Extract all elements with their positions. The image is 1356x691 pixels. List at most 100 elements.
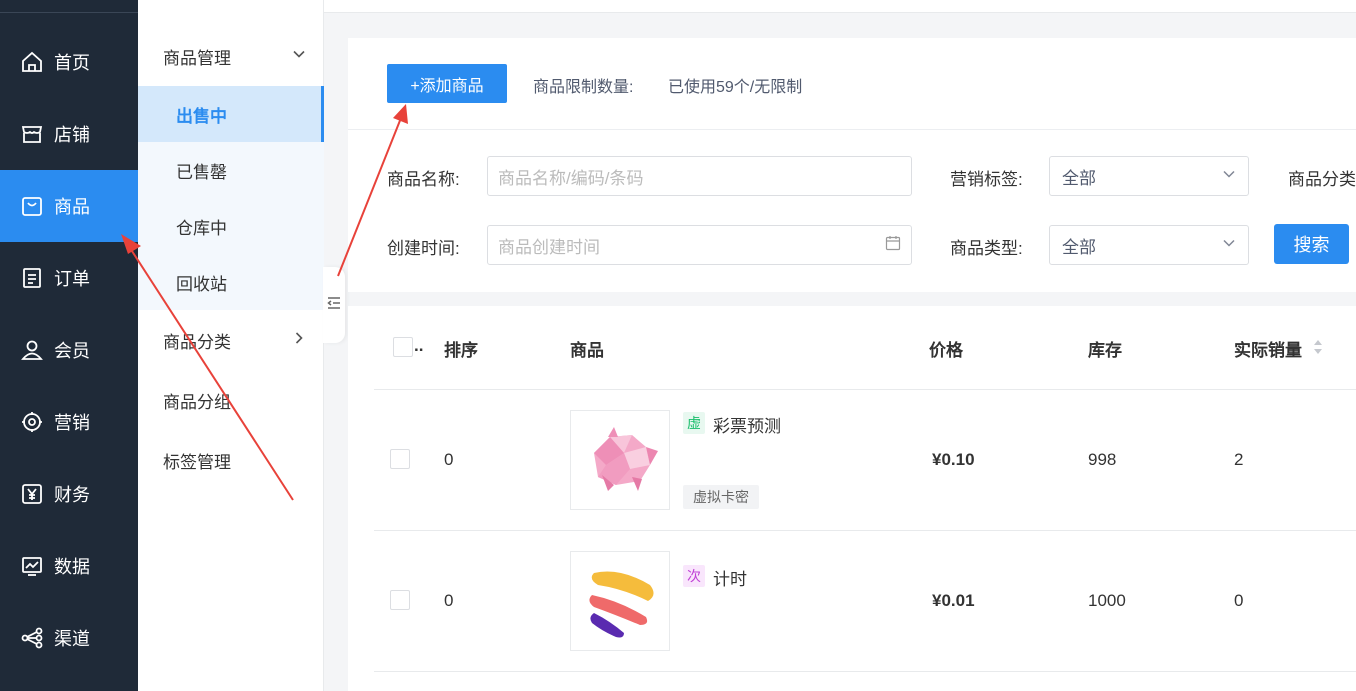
type-filter-select[interactable]: 全部 xyxy=(1049,225,1249,265)
header-select: .. xyxy=(414,336,424,355)
tag-filter-select[interactable]: 全部 xyxy=(1049,156,1249,196)
tag-filter-label: 营销标签: xyxy=(950,170,1023,189)
nav-item-finance[interactable]: 财务 xyxy=(0,458,138,530)
row-stock: 1000 xyxy=(1088,591,1126,610)
header-price: 价格 xyxy=(929,341,963,360)
product-image-timer[interactable] xyxy=(570,551,670,651)
nav-label: 店铺 xyxy=(54,125,90,145)
tag-text: 次 xyxy=(687,568,701,584)
calendar-icon xyxy=(885,235,901,256)
chevron-down-icon xyxy=(1222,235,1236,255)
type-filter-value: 全部 xyxy=(1062,237,1096,257)
subnav-item-sold-out[interactable]: 已售罄 xyxy=(138,142,324,198)
user-icon xyxy=(20,338,44,362)
subnav-item-on-sale[interactable]: 出售中 xyxy=(138,86,324,142)
gear-icon xyxy=(20,410,44,434)
chart-icon xyxy=(20,554,44,578)
header-sales[interactable]: 实际销量 xyxy=(1234,336,1302,361)
name-filter-placeholder: 商品名称/编码/条码 xyxy=(498,168,644,188)
add-goods-button[interactable]: +添加商品 xyxy=(387,64,507,103)
store-icon xyxy=(20,122,44,146)
tag-text: 虚 xyxy=(687,415,701,431)
yen-icon xyxy=(20,482,44,506)
nav-label: 财务 xyxy=(54,485,90,505)
nav-label: 商品 xyxy=(54,197,90,217)
nav-item-home[interactable]: 首页 xyxy=(0,26,138,98)
row-checkbox[interactable] xyxy=(390,449,410,469)
subnav-item-label: 回收站 xyxy=(176,274,227,294)
row-divider xyxy=(374,389,1356,390)
collapse-sidebar-button[interactable] xyxy=(323,267,345,343)
row-stock: 998 xyxy=(1088,450,1117,469)
main-sidebar: 首页 店铺 商品 订单 会员 营销 财务 数据 渠道 xyxy=(0,0,138,691)
product-image-piggy[interactable] xyxy=(570,410,670,510)
subnav-item-warehouse[interactable]: 仓库中 xyxy=(138,198,324,254)
subnav-group-label: 商品管理 xyxy=(163,48,231,68)
home-icon xyxy=(20,50,44,74)
bag-icon xyxy=(20,194,44,218)
top-header xyxy=(324,0,1356,13)
nav-item-goods[interactable]: 商品 xyxy=(0,170,138,242)
time-filter-input[interactable]: 商品创建时间 xyxy=(487,225,912,265)
name-filter-label: 商品名称: xyxy=(387,170,460,189)
nav-item-store[interactable]: 店铺 xyxy=(0,98,138,170)
virtual-tag: 虚 xyxy=(683,412,705,434)
sub-sidebar: 商品管理 出售中 已售罄 仓库中 回收站 商品分类 商品分组 标签管理 xyxy=(138,0,324,691)
category-filter-label: 商品分类 xyxy=(1288,170,1356,189)
limit-label: 商品限制数量: xyxy=(533,79,634,96)
nav-item-orders[interactable]: 订单 xyxy=(0,242,138,314)
row-price: ¥0.10 xyxy=(932,450,975,469)
header-stock: 库存 xyxy=(1088,341,1122,360)
row-sales: 2 xyxy=(1234,450,1244,469)
row-divider xyxy=(374,671,1356,672)
subnav-item-label: 出售中 xyxy=(176,106,227,126)
nav-item-members[interactable]: 会员 xyxy=(0,314,138,386)
sidebar-divider xyxy=(0,12,138,13)
goods-table xyxy=(348,306,1356,691)
count-tag: 次 xyxy=(683,565,705,587)
chevron-right-icon xyxy=(292,330,306,350)
badge-text: 虚拟卡密 xyxy=(693,489,749,505)
select-all-checkbox[interactable] xyxy=(393,337,413,357)
header-sort: 排序 xyxy=(444,341,478,360)
share-icon xyxy=(20,626,44,650)
subnav-item-label: 已售罄 xyxy=(176,162,227,182)
time-filter-label: 创建时间: xyxy=(387,239,460,258)
limit-value: 已使用59个/无限制 xyxy=(668,79,803,96)
type-filter-label: 商品类型: xyxy=(950,239,1023,258)
product-name[interactable]: 彩票预测 xyxy=(713,412,781,437)
subnav-group-label: 商品分组 xyxy=(163,392,231,412)
order-icon xyxy=(20,266,44,290)
sort-icon[interactable] xyxy=(1313,339,1323,360)
time-filter-placeholder: 商品创建时间 xyxy=(498,237,600,257)
nav-item-data[interactable]: 数据 xyxy=(0,530,138,602)
product-name[interactable]: 计时 xyxy=(713,565,747,590)
collapse-icon xyxy=(327,296,341,315)
nav-label: 订单 xyxy=(54,269,90,289)
nav-label: 首页 xyxy=(54,53,90,73)
subnav-item-label: 仓库中 xyxy=(176,218,227,238)
subnav-group-category[interactable]: 商品分类 xyxy=(138,312,324,368)
name-filter-input[interactable]: 商品名称/编码/条码 xyxy=(487,156,912,196)
chevron-down-icon xyxy=(292,46,306,66)
nav-item-channels[interactable]: 渠道 xyxy=(0,602,138,674)
nav-label: 数据 xyxy=(54,557,90,577)
subnav-group-label: 商品分类 xyxy=(163,332,231,352)
row-sort: 0 xyxy=(444,591,454,610)
row-checkbox[interactable] xyxy=(390,590,410,610)
divider xyxy=(348,129,1356,130)
subnav-group-tags[interactable]: 标签管理 xyxy=(138,432,324,488)
subnav-group-goods-group[interactable]: 商品分组 xyxy=(138,372,324,428)
product-type-badge: 虚拟卡密 xyxy=(683,485,759,509)
chevron-down-icon xyxy=(1222,166,1236,186)
nav-item-marketing[interactable]: 营销 xyxy=(0,386,138,458)
subnav-group-goods[interactable]: 商品管理 xyxy=(138,28,324,84)
nav-label: 会员 xyxy=(54,341,90,361)
subnav-group-label: 标签管理 xyxy=(163,452,231,472)
header-goods: 商品 xyxy=(570,341,604,360)
row-divider xyxy=(374,530,1356,531)
row-sort: 0 xyxy=(444,450,454,469)
search-button[interactable]: 搜索 xyxy=(1274,224,1349,264)
row-sales: 0 xyxy=(1234,591,1244,610)
subnav-item-recycle[interactable]: 回收站 xyxy=(138,254,324,310)
